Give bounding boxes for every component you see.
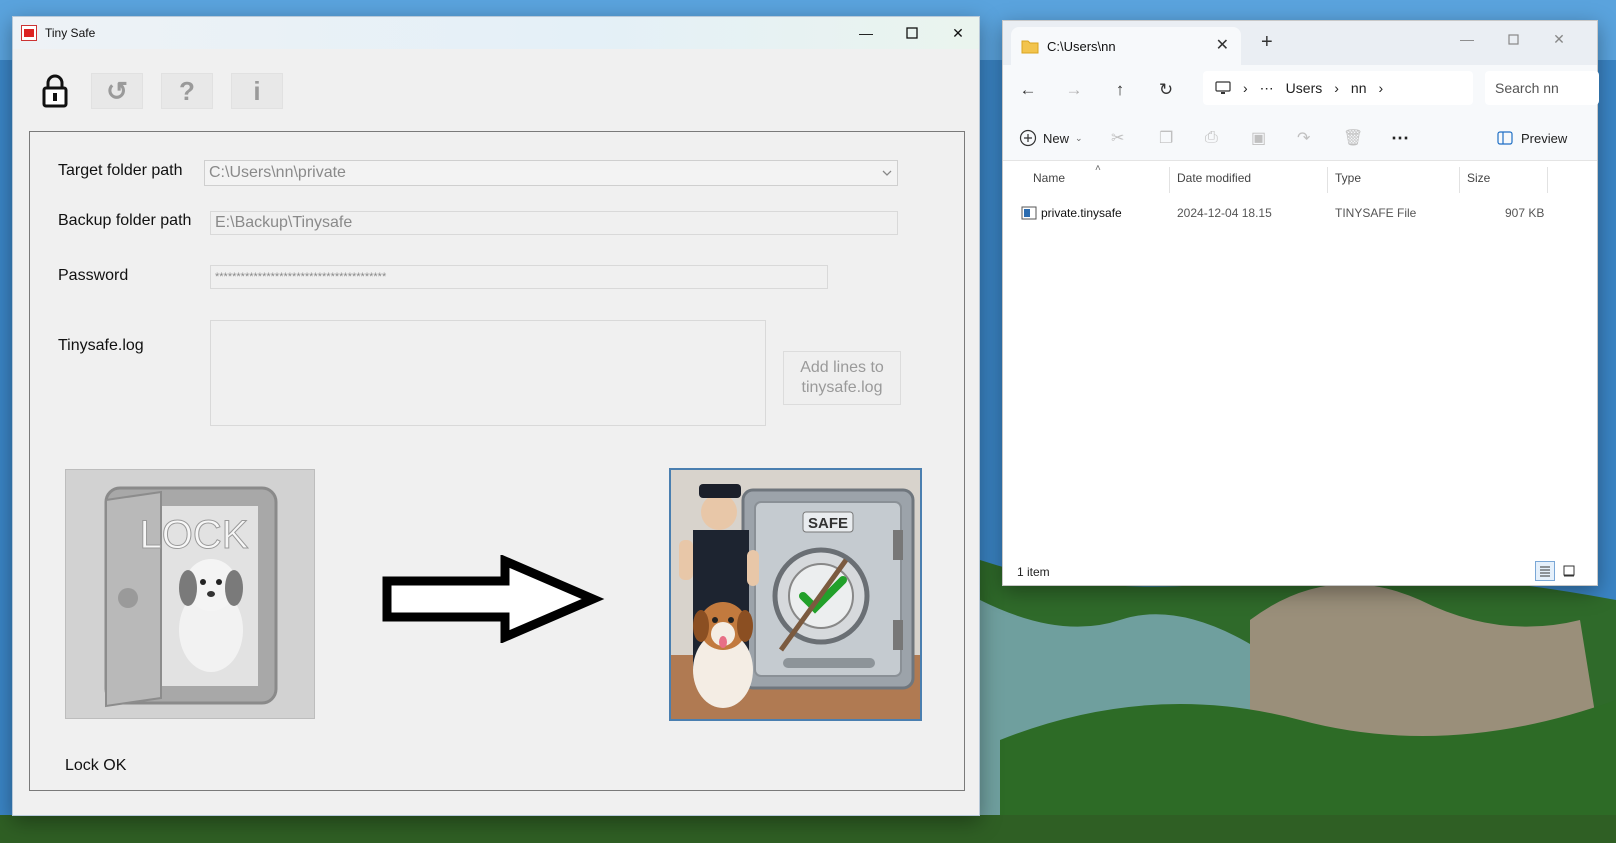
backup-folder-value: E:\Backup\Tinysafe [215, 214, 353, 231]
chevron-down-icon: ⌄ [1075, 132, 1083, 143]
up-arrow-icon[interactable]: ↑ [1109, 79, 1131, 101]
column-name[interactable]: Name [1033, 171, 1065, 185]
details-view-button[interactable] [1535, 561, 1555, 581]
help-button[interactable]: ? [161, 73, 213, 109]
target-folder-label: Target folder path [58, 162, 183, 179]
copy-icon[interactable]: ❐ [1159, 127, 1173, 149]
log-label: Tinysafe.log [58, 337, 144, 354]
tinysafe-titlebar[interactable]: Tiny Safe — ✕ [13, 17, 979, 49]
tinysafe-app-icon [21, 25, 37, 41]
delete-icon[interactable]: 🗑 [1343, 127, 1363, 149]
column-type[interactable]: Type [1335, 171, 1361, 185]
log-textarea[interactable] [210, 320, 766, 426]
plus-circle-icon [1019, 129, 1037, 147]
rename-icon[interactable]: ▣ [1251, 127, 1266, 149]
address-bar[interactable]: › ⋯ Users › nn › [1203, 71, 1473, 105]
safe-text: SAFE [808, 515, 848, 532]
close-button[interactable]: ✕ [935, 17, 981, 49]
file-name: private.tinysafe [1041, 206, 1122, 220]
backup-folder-label: Backup folder path [58, 212, 192, 229]
search-input[interactable]: Search nn [1485, 71, 1599, 105]
preview-pane-icon [1497, 131, 1513, 145]
padlock-icon [42, 74, 68, 108]
search-placeholder: Search nn [1495, 80, 1559, 96]
explorer-close-button[interactable]: ✕ [1537, 25, 1581, 53]
folder-icon [1021, 40, 1039, 54]
chevron-right-icon: › [1243, 80, 1248, 96]
back-arrow-icon[interactable]: ← [1017, 79, 1039, 101]
preview-label: Preview [1521, 130, 1568, 146]
info-button[interactable]: i [231, 73, 283, 109]
chevron-right-icon: › [1334, 80, 1339, 96]
forward-arrow-icon[interactable]: → [1063, 79, 1085, 101]
monitor-icon [1215, 81, 1231, 94]
cut-icon[interactable]: ✂ [1111, 127, 1124, 149]
explorer-window: C:\Users\nn ✕ + — ✕ ← → ↑ ↻ › ⋯ Users › … [1002, 20, 1599, 586]
tinysafe-window: Tiny Safe — ✕ ↺ ? i Target folder path C… [12, 16, 980, 816]
new-tab-button[interactable]: + [1261, 31, 1273, 54]
add-lines-button[interactable]: Add lines to tinysafe.log [783, 351, 901, 405]
backup-folder-input[interactable]: E:\Backup\Tinysafe [210, 211, 898, 235]
locked-safe-image: SAFE [669, 468, 922, 721]
password-label: Password [58, 267, 129, 284]
more-options-icon[interactable]: ⋯ [1391, 127, 1409, 149]
password-input[interactable]: **************************************** [210, 265, 828, 289]
help-icon: ? [179, 75, 195, 106]
refresh-icon: ↺ [106, 75, 128, 106]
maximize-icon [1507, 33, 1519, 45]
breadcrumb-nn[interactable]: nn [1351, 80, 1367, 96]
breadcrumb-users[interactable]: Users [1286, 80, 1323, 96]
maximize-button[interactable] [889, 17, 935, 49]
target-folder-combobox[interactable]: C:\Users\nn\private [204, 160, 898, 186]
explorer-maximize-button[interactable] [1491, 25, 1535, 53]
lock-text: LOCK [140, 513, 249, 557]
share-icon[interactable]: ↷ [1297, 127, 1310, 149]
paste-icon[interactable]: ⎙ [1205, 127, 1218, 149]
info-icon: i [253, 75, 261, 106]
explorer-commandbar: New ⌄ ✂ ❐ ⎙ ▣ ↷ 🗑 ⋯ Preview [1003, 113, 1597, 161]
column-divider[interactable] [1459, 167, 1460, 193]
chevron-right-icon: › [1378, 80, 1384, 96]
preview-button[interactable]: Preview [1497, 127, 1567, 149]
item-count: 1 item [1017, 565, 1050, 579]
explorer-tabbar: C:\Users\nn ✕ + — ✕ [1003, 21, 1597, 65]
window-title: Tiny Safe [45, 26, 96, 40]
close-tab-icon[interactable]: ✕ [1216, 35, 1229, 55]
maximize-icon [906, 27, 918, 39]
column-divider[interactable] [1547, 167, 1548, 193]
tiles-view-button[interactable] [1559, 561, 1579, 581]
target-folder-value: C:\Users\nn\private [209, 164, 346, 181]
explorer-navbar: ← → ↑ ↻ › ⋯ Users › nn › Search nn [1003, 65, 1599, 113]
file-size: 907 KB [1505, 206, 1545, 220]
column-divider[interactable] [1169, 167, 1170, 193]
explorer-tab[interactable]: C:\Users\nn ✕ [1011, 27, 1241, 65]
status-text: Lock OK [65, 757, 127, 774]
file-icon [1021, 206, 1037, 220]
column-size[interactable]: Size [1467, 171, 1490, 185]
explorer-minimize-button[interactable]: — [1445, 25, 1489, 53]
new-label: New [1043, 130, 1070, 146]
file-date: 2024-12-04 18.15 [1177, 206, 1272, 220]
lock-button[interactable] [37, 73, 73, 109]
minimize-button[interactable]: — [843, 17, 889, 49]
table-row[interactable]: private.tinysafe 2024-12-04 18.15 TINYSA… [1003, 201, 1597, 225]
sort-caret-icon: ˄ [1095, 163, 1101, 174]
details-view-icon [1540, 566, 1550, 577]
unlocked-safe-image: LOCK [65, 469, 315, 719]
tiles-view-icon [1563, 565, 1575, 577]
refresh-button[interactable]: ↺ [91, 73, 143, 109]
reload-icon[interactable]: ↻ [1155, 79, 1177, 101]
password-value: **************************************** [215, 271, 387, 283]
column-date-modified[interactable]: Date modified [1177, 171, 1251, 185]
right-arrow-icon [382, 555, 605, 643]
file-type: TINYSAFE File [1335, 206, 1417, 220]
overflow-icon[interactable]: ⋯ [1260, 80, 1274, 97]
explorer-tab-title: C:\Users\nn [1047, 38, 1116, 54]
new-button[interactable]: New ⌄ [1019, 127, 1083, 149]
column-divider[interactable] [1327, 167, 1328, 193]
chevron-down-icon [882, 170, 892, 176]
